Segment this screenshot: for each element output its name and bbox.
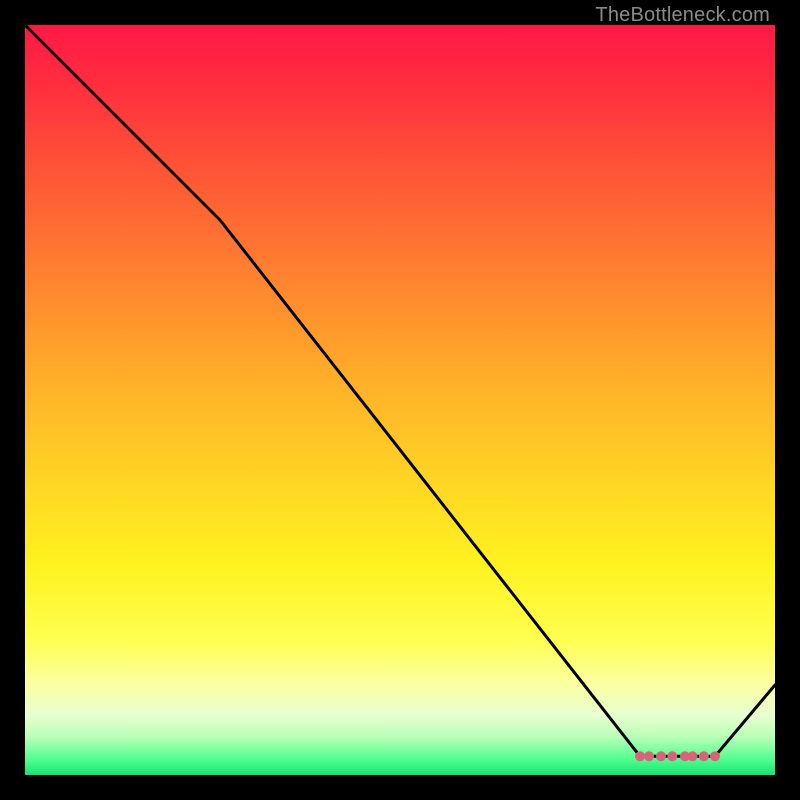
optimal-marker: [635, 751, 645, 761]
optimal-marker: [644, 751, 654, 761]
optimal-marker: [699, 751, 709, 761]
optimal-marker: [688, 751, 698, 761]
chart-frame: TheBottleneck.com: [0, 0, 800, 800]
optimal-marker: [667, 751, 677, 761]
optimal-marker: [710, 751, 720, 761]
optimal-marker: [656, 751, 666, 761]
attribution-label: TheBottleneck.com: [595, 4, 770, 27]
chart-overlay: [25, 25, 775, 775]
bottleneck-curve: [25, 25, 775, 756]
